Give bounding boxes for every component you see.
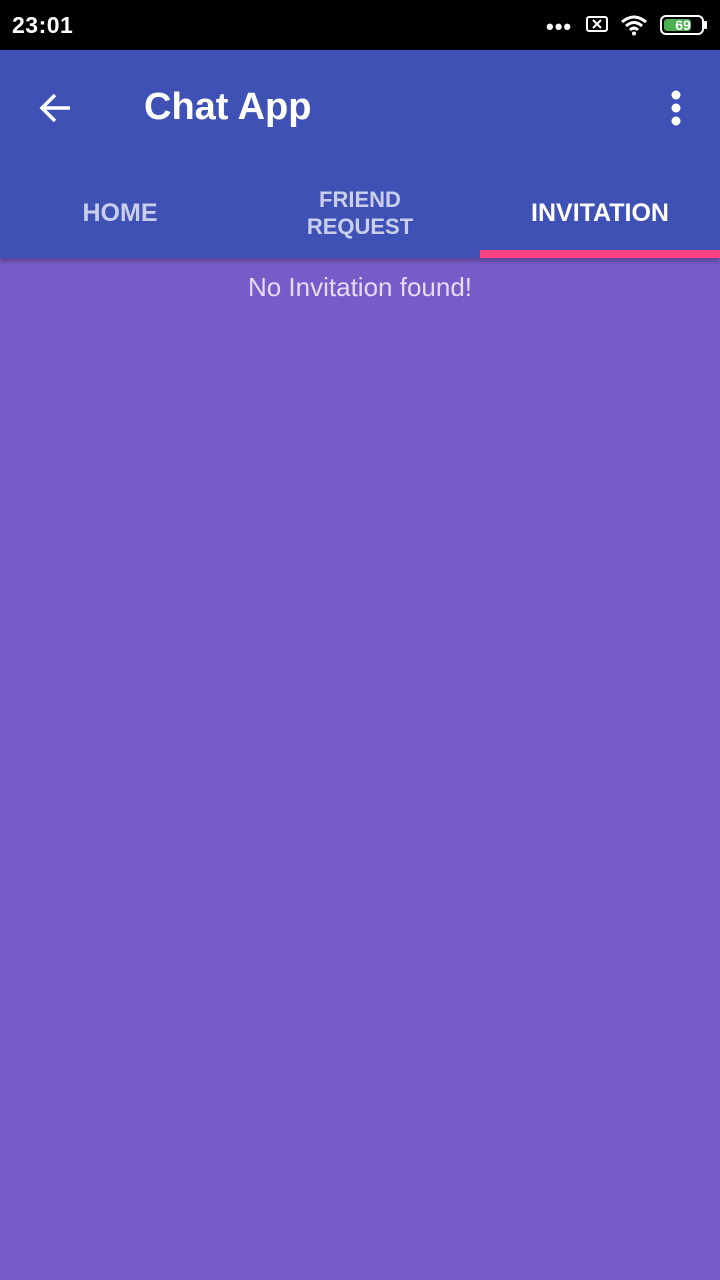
sim-off-icon (586, 16, 608, 32)
notification-dots-icon: ••• (546, 14, 573, 39)
tab-friend-request-label-line1: FRIEND (319, 187, 401, 212)
tab-friend-request-label-line2: REQUEST (306, 214, 414, 239)
screen: 23:01 ••• 69 Chat App HOME FRIEND REQUES… (0, 0, 720, 1280)
app-title: Chat App (144, 86, 312, 128)
battery-icon: 69 (660, 15, 708, 35)
tab-home-label: HOME (82, 199, 158, 227)
tab-home[interactable]: HOME (0, 168, 240, 258)
status-bar: 23:01 ••• 69 (0, 0, 720, 50)
overflow-menu-button[interactable] (650, 80, 702, 136)
back-button[interactable] (28, 80, 84, 136)
empty-state-message: No Invitation found! (247, 272, 473, 302)
tab-friend-request[interactable]: FRIEND REQUEST (240, 168, 480, 258)
tab-indicator (480, 250, 720, 258)
more-vert-icon (671, 90, 681, 126)
tab-invitation-label: INVITATION (531, 199, 669, 227)
wifi-icon (621, 15, 647, 36)
battery-level: 69 (675, 17, 691, 33)
status-time: 23:01 (12, 12, 74, 38)
tab-invitation[interactable]: INVITATION (480, 168, 720, 258)
tab-bar: HOME FRIEND REQUEST INVITATION (0, 168, 720, 258)
arrow-back-icon (39, 93, 70, 123)
app-bar: Chat App HOME FRIEND REQUEST INVITATION (0, 50, 720, 258)
